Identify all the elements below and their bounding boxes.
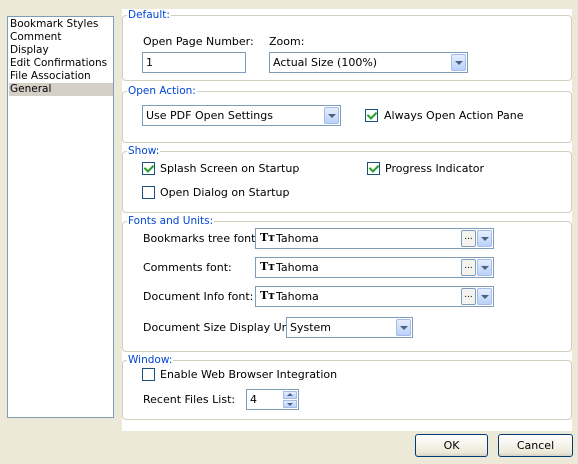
nav-item-general[interactable]: General <box>9 83 113 96</box>
zoom-label: Zoom: <box>269 35 305 48</box>
ok-button[interactable]: OK <box>415 434 488 457</box>
splash-screen-checkbox[interactable] <box>142 162 155 175</box>
recent-files-label: Recent Files List: <box>143 393 236 406</box>
progress-indicator-label: Progress Indicator <box>385 162 485 175</box>
chevron-down-icon[interactable] <box>451 54 466 71</box>
units-value: System <box>290 321 332 334</box>
zoom-select[interactable]: Actual Size (100%) <box>269 52 468 73</box>
settings-panel: Default: Open Page Number: 1 Zoom: Actua… <box>122 9 572 431</box>
chevron-down-icon[interactable] <box>477 230 492 247</box>
always-open-action-label: Always Open Action Pane <box>384 109 524 122</box>
browse-font-button[interactable]: ... <box>461 288 476 305</box>
spin-up-icon[interactable] <box>283 391 297 399</box>
recent-files-stepper[interactable]: 4 <box>246 389 299 410</box>
fonts-units-legend: Fonts and Units: <box>128 215 214 227</box>
cancel-button[interactable]: Cancel <box>498 434 573 457</box>
nav-item-display[interactable]: Display <box>9 44 113 57</box>
font-icon: Tт <box>260 289 276 302</box>
chevron-down-icon[interactable] <box>477 288 492 305</box>
chevron-down-icon[interactable] <box>396 319 411 336</box>
comments-font-label: Comments font: <box>143 261 232 274</box>
nav-item-comment[interactable]: Comment <box>9 31 113 44</box>
comments-font-select[interactable]: Tт Tahoma ... <box>255 257 494 278</box>
progress-indicator-checkbox[interactable] <box>367 162 380 175</box>
window-legend: Window: <box>128 354 173 366</box>
splash-screen-label: Splash Screen on Startup <box>160 162 300 175</box>
default-legend: Default: <box>128 9 170 21</box>
docinfo-font-value: Tahoma <box>276 290 319 303</box>
open-dialog-label: Open Dialog on Startup <box>160 186 290 199</box>
bookmarks-font-label: Bookmarks tree font: <box>143 232 260 245</box>
browse-font-button[interactable]: ... <box>461 230 476 247</box>
show-group: Show: <box>122 145 572 213</box>
chevron-down-icon[interactable] <box>324 107 339 124</box>
units-select[interactable]: System <box>286 317 413 338</box>
docinfo-font-select[interactable]: Tт Tahoma ... <box>255 286 494 307</box>
browser-integration-checkbox[interactable] <box>142 368 155 381</box>
spin-down-icon[interactable] <box>283 400 297 408</box>
zoom-value: Actual Size (100%) <box>273 56 378 69</box>
docinfo-font-label: Document Info font: <box>143 290 254 303</box>
bookmarks-font-value: Tahoma <box>276 232 319 245</box>
open-action-legend: Open Action: <box>128 85 196 97</box>
font-icon: Tт <box>260 231 276 244</box>
spinner[interactable] <box>283 391 297 408</box>
nav-item-bookmark-styles[interactable]: Bookmark Styles <box>9 18 113 31</box>
always-open-action-checkbox[interactable] <box>365 109 378 122</box>
units-label: Document Size Display Units: <box>143 321 306 334</box>
open-page-input[interactable]: 1 <box>142 52 246 73</box>
nav-item-file-association[interactable]: File Association <box>9 70 113 83</box>
browse-font-button[interactable]: ... <box>461 259 476 276</box>
bookmarks-font-select[interactable]: Tт Tahoma ... <box>255 228 494 249</box>
comments-font-value: Tahoma <box>276 261 319 274</box>
chevron-down-icon[interactable] <box>477 259 492 276</box>
window-group: Window: <box>122 354 572 420</box>
show-legend: Show: <box>128 145 160 157</box>
open-action-value: Use PDF Open Settings <box>146 109 273 122</box>
browser-integration-label: Enable Web Browser Integration <box>160 368 338 381</box>
open-action-select[interactable]: Use PDF Open Settings <box>142 105 341 126</box>
category-list[interactable]: Bookmark Styles Comment Display Edit Con… <box>7 16 114 418</box>
open-page-label: Open Page Number: <box>143 35 254 48</box>
open-dialog-checkbox[interactable] <box>142 186 155 199</box>
nav-item-edit-confirmations[interactable]: Edit Confirmations <box>9 57 113 70</box>
recent-files-value: 4 <box>250 393 257 406</box>
font-icon: Tт <box>260 260 276 273</box>
